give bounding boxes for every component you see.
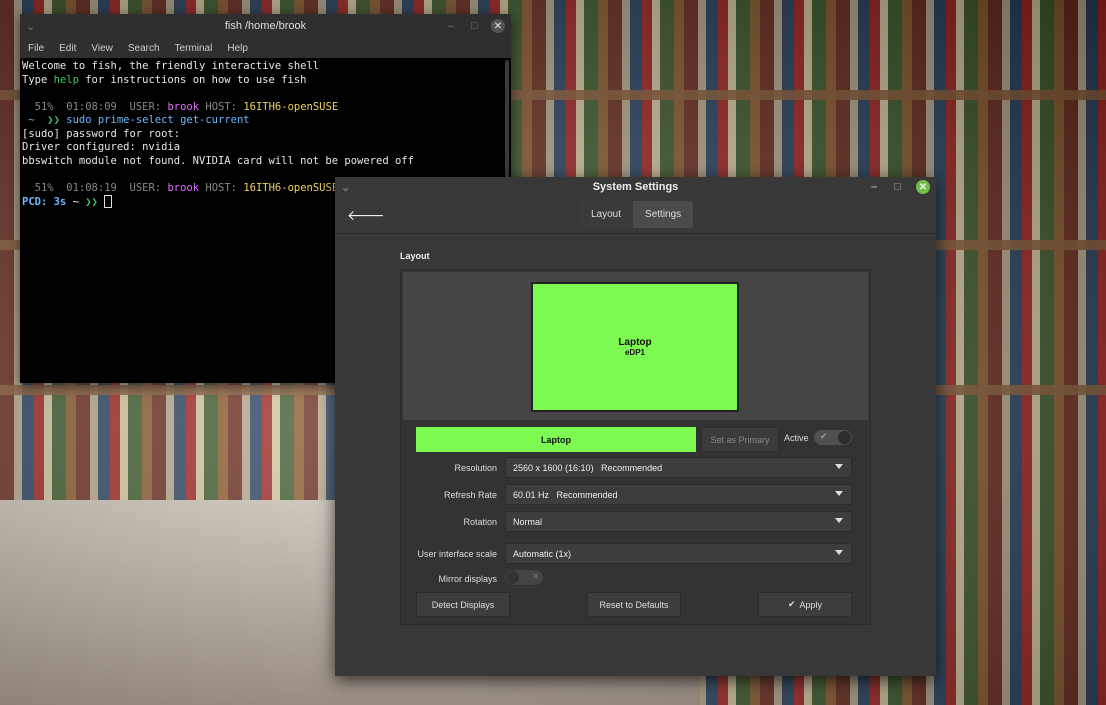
monitor-laptop[interactable]: Laptop eDP1 [531,282,739,412]
terminal-line: Welcome to fish, the friendly interactiv… [22,60,320,72]
tab-layout[interactable]: Layout [579,201,634,228]
menu-help[interactable]: Help [227,43,248,54]
check-icon: ✔ [787,599,796,609]
terminal-line: Type help for instructions on how to use… [22,73,307,86]
reset-defaults-button[interactable]: Reset to Defaults [587,592,681,617]
resolution-label: Resolution [454,463,497,473]
check-icon: ✔ [820,431,828,441]
dropdown-arrow-icon [835,464,843,469]
resolution-dropdown[interactable]: 2560 x 1600 (16:10) Recommended [505,457,852,478]
prompt-line: 51% 01:08:19 USER: brook HOST: 16ITH6-op… [22,181,339,194]
menu-file[interactable]: File [28,43,44,54]
minimize-icon[interactable]: – [871,177,877,197]
monitor-output: eDP1 [624,348,645,357]
section-title: Layout [400,251,430,261]
monitor-name: Laptop [618,337,652,348]
tab-bar: Layout Settings [579,201,694,228]
maximize-icon[interactable]: □ [471,14,478,38]
dropdown-arrow-icon [835,491,843,496]
dropdown-arrow-icon [835,550,843,555]
text-cursor [104,195,113,208]
menu-terminal[interactable]: Terminal [175,43,213,54]
ui-scale-label: User interface scale [417,549,497,559]
command-line: ~ ❯❯ sudo prime-select get-current [22,114,250,126]
menu-search[interactable]: Search [128,43,160,54]
settings-title: System Settings [592,181,679,193]
terminal-menubar: File Edit View Search Terminal Help [20,38,511,58]
terminal-line: Driver configured: nvidia [22,141,181,153]
maximize-icon[interactable]: □ [894,177,901,197]
menu-edit[interactable]: Edit [59,43,76,54]
dropdown-arrow-icon [835,518,843,523]
settings-titlebar[interactable]: ⌄ System Settings – □ ✕ [335,177,936,197]
minimize-icon[interactable]: – [448,14,454,38]
active-toggle[interactable]: ✔ [814,430,852,445]
terminal-titlebar[interactable]: ⌄ fish /home/brook – □ ✕ [20,14,511,38]
apply-button[interactable]: ✔ Apply [758,592,852,617]
rotation-label: Rotation [463,517,497,527]
input-line[interactable]: PCD: 3s ~ ❯❯ [22,195,113,208]
display-panel: Laptop eDP1 Laptop Set as Primary Active… [400,269,871,625]
active-label: Active [784,433,809,443]
menu-view[interactable]: View [91,43,113,54]
detect-displays-button[interactable]: Detect Displays [416,592,510,617]
back-arrow-icon[interactable]: 🡐 [347,207,385,224]
ui-scale-dropdown[interactable]: Automatic (1x) [505,543,852,564]
prompt-line: 51% 01:08:09 USER: brook HOST: 16ITH6-op… [22,100,339,113]
x-icon: ✕ [532,571,540,581]
terminal-title: fish /home/brook [224,20,307,32]
refresh-rate-label: Refresh Rate [443,490,497,500]
terminal-line: [sudo] password for root: [22,127,181,140]
terminal-line: bbswitch module not found. NVIDIA card w… [22,154,414,167]
laptop-monitor-button[interactable]: Laptop [416,427,696,452]
settings-window[interactable]: ⌄ System Settings – □ ✕ 🡐 Layout Setting… [335,177,936,676]
tab-settings[interactable]: Settings [633,201,694,228]
display-preview: Laptop eDP1 [403,272,868,420]
close-icon[interactable]: ✕ [916,180,930,194]
close-icon[interactable]: ✕ [491,19,505,33]
refresh-rate-dropdown[interactable]: 60.01 Hz Recommended [505,484,852,505]
settings-header: 🡐 Layout Settings [335,197,936,234]
mirror-displays-toggle[interactable]: ✕ [505,570,543,585]
mirror-displays-label: Mirror displays [438,574,497,584]
rotation-dropdown[interactable]: Normal [505,511,852,532]
set-primary-button[interactable]: Set as Primary [701,427,779,452]
